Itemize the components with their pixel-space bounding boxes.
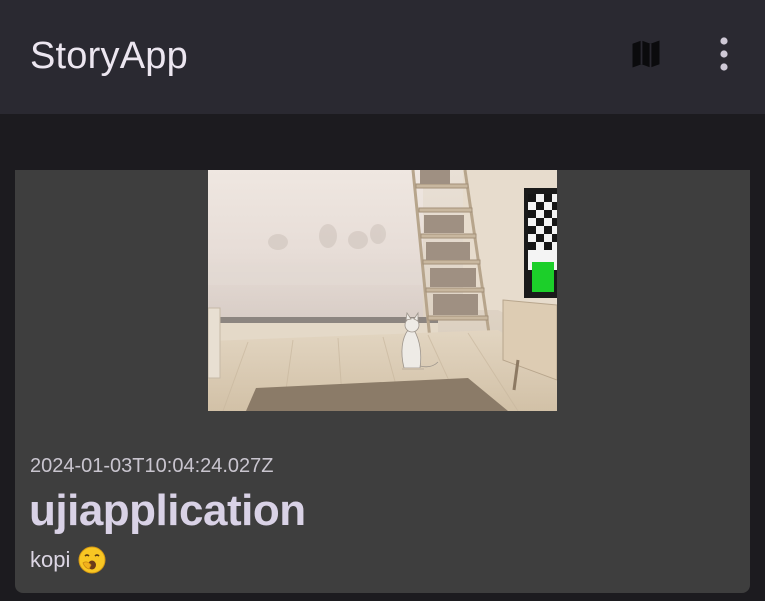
story-description-text: kopi <box>30 547 71 572</box>
top-app-bar: StoryApp <box>0 0 765 114</box>
story-author-name: ujiapplication <box>29 486 306 535</box>
more-vertical-icon <box>720 37 728 71</box>
story-photo <box>208 170 557 411</box>
map-button[interactable] <box>614 26 678 82</box>
story-card[interactable]: 2024-01-03T10:04:24.027Z ujiapplication … <box>15 170 750 593</box>
story-date: 2024-01-03T10:04:24.027Z <box>30 455 274 477</box>
yawning-face-icon <box>78 546 106 574</box>
overflow-menu-button[interactable] <box>700 26 748 82</box>
story-description: kopi <box>30 546 106 574</box>
app-title: StoryApp <box>30 35 188 77</box>
map-icon <box>632 40 660 68</box>
